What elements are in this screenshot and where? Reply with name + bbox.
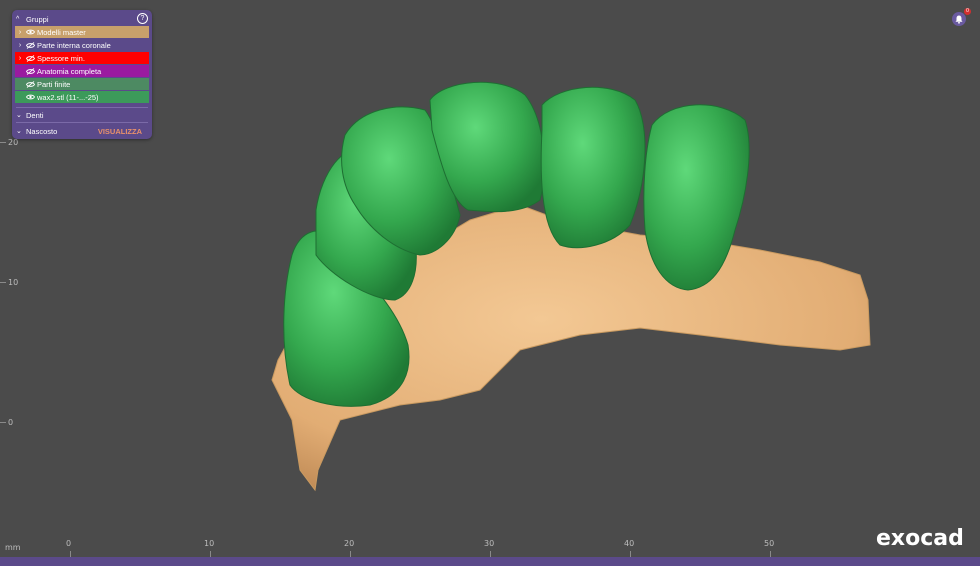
group-label: Parti finite bbox=[37, 79, 71, 89]
x-tick-label: 40 bbox=[624, 539, 635, 548]
group-label: wax2.stl (11-...-25) bbox=[37, 92, 99, 102]
help-icon[interactable]: ? bbox=[137, 13, 148, 24]
y-tick-label: 20 bbox=[8, 138, 19, 147]
tooth-crown-5 bbox=[540, 86, 646, 249]
eye-icon[interactable] bbox=[25, 28, 35, 36]
eye-off-icon[interactable] bbox=[25, 41, 35, 49]
panel-divider bbox=[16, 107, 148, 108]
panel-divider bbox=[16, 122, 148, 123]
eye-off-icon[interactable] bbox=[25, 54, 35, 62]
groups-title: Gruppi bbox=[26, 15, 49, 24]
eye-off-icon[interactable] bbox=[25, 67, 35, 75]
x-tick-label: 10 bbox=[204, 539, 215, 548]
section-nascosto[interactable]: ⌄ Nascosto VISUALIZZA bbox=[16, 125, 148, 137]
group-row-parti-finite[interactable]: Parti finite bbox=[15, 78, 149, 90]
group-row-parte-interna[interactable]: › Parte interna coronale bbox=[15, 39, 149, 51]
chevron-up-icon[interactable]: ^ bbox=[16, 16, 26, 23]
chevron-right-icon[interactable]: › bbox=[15, 42, 25, 49]
group-label: Spessore min. bbox=[37, 53, 85, 63]
y-tick-10 bbox=[0, 282, 6, 283]
y-tick-20 bbox=[0, 142, 6, 143]
exocad-logo: exocad bbox=[876, 526, 964, 551]
y-tick-0 bbox=[0, 422, 6, 423]
x-tick-label: 30 bbox=[484, 539, 495, 548]
group-row-modelli-master[interactable]: › Modelli master bbox=[15, 26, 149, 38]
bottom-bar bbox=[0, 557, 980, 566]
group-label: Modelli master bbox=[37, 27, 86, 37]
groups-panel: ^ Gruppi ? › Modelli master › Parte inte… bbox=[12, 10, 152, 139]
y-tick-label: 0 bbox=[8, 418, 14, 427]
eye-icon[interactable] bbox=[25, 93, 35, 101]
3d-viewport[interactable]: 20 10 0 mm 0 10 20 30 40 50 ^ Gruppi ? › bbox=[0, 0, 980, 557]
group-label: Anatomia completa bbox=[37, 66, 102, 76]
notifications-button[interactable] bbox=[952, 12, 966, 26]
x-tick-label: 20 bbox=[344, 539, 355, 548]
section-denti[interactable]: ⌄ Denti bbox=[16, 109, 148, 121]
group-row-wax2[interactable]: wax2.stl (11-...-25) bbox=[15, 91, 149, 103]
x-tick-label: 50 bbox=[764, 539, 775, 548]
y-tick-label: 10 bbox=[8, 278, 19, 287]
chevron-down-icon[interactable]: ⌄ bbox=[16, 127, 26, 135]
bell-icon bbox=[955, 15, 963, 24]
eye-off-icon[interactable] bbox=[25, 80, 35, 88]
section-label: Denti bbox=[26, 110, 44, 120]
chevron-down-icon[interactable]: ⌄ bbox=[16, 111, 26, 119]
ruler-unit: mm bbox=[5, 543, 21, 552]
visualizza-button[interactable]: VISUALIZZA bbox=[98, 127, 142, 136]
section-label: Nascosto bbox=[26, 126, 58, 136]
group-row-anatomia[interactable]: Anatomia completa bbox=[15, 65, 149, 77]
group-label: Parte interna coronale bbox=[37, 40, 111, 50]
notification-count-badge: 0 bbox=[964, 8, 971, 15]
x-tick-label: 0 bbox=[66, 539, 72, 548]
chevron-right-icon[interactable]: › bbox=[15, 29, 25, 36]
chevron-right-icon[interactable]: › bbox=[15, 55, 25, 62]
groups-header[interactable]: ^ Gruppi ? bbox=[16, 13, 148, 26]
horizontal-ruler: mm 0 10 20 30 40 50 bbox=[0, 537, 980, 557]
group-row-spessore[interactable]: › Spessore min. bbox=[15, 52, 149, 64]
